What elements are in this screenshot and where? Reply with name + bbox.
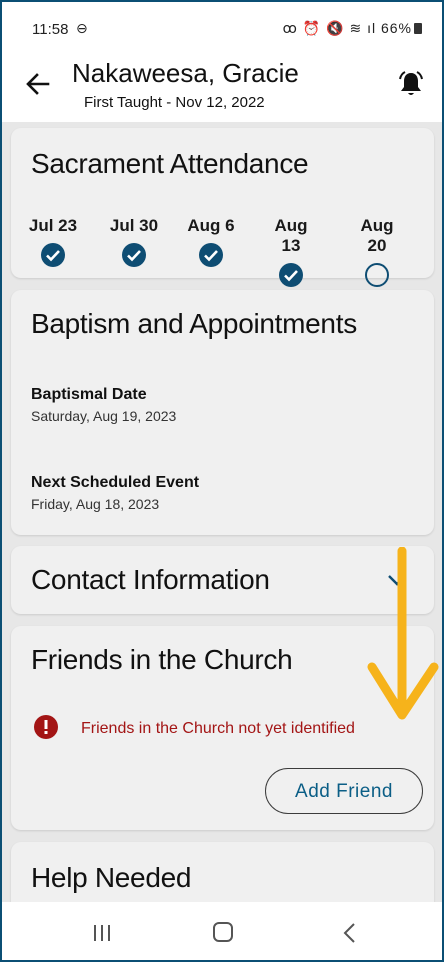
back-arrow-icon[interactable] — [24, 70, 52, 98]
friends-warning-text: Friends in the Church not yet identified — [81, 720, 355, 737]
baptism-appointments-title: Baptism and Appointments — [31, 308, 357, 339]
baptism-appointments-card: Baptism and Appointments Baptismal Date … — [11, 290, 434, 535]
notification-bell-icon[interactable] — [398, 70, 424, 98]
recent-apps-icon[interactable] — [92, 924, 112, 942]
baptismal-date-value: Saturday, Aug 19, 2023 — [31, 408, 177, 424]
attendance-item[interactable]: Jul 23 — [25, 216, 81, 268]
not-attended-circle-icon — [365, 263, 389, 287]
contact-information-title: Contact Information — [31, 564, 270, 595]
attendance-date: Aug 13 — [274, 216, 308, 255]
attendance-date: Jul 23 — [28, 216, 78, 235]
sacrament-attendance-title: Sacrament Attendance — [31, 148, 309, 179]
help-needed-card: Help Needed — [11, 842, 434, 902]
chevron-down-icon[interactable] — [387, 574, 407, 586]
home-icon[interactable] — [213, 922, 233, 942]
error-icon — [34, 715, 58, 739]
contact-information-card[interactable]: Contact Information — [11, 546, 434, 614]
attendance-item[interactable]: Aug 13 — [263, 216, 319, 288]
attended-check-icon — [279, 263, 303, 287]
attendance-date: Jul 30 — [109, 216, 159, 235]
battery-icon — [414, 23, 422, 34]
attended-check-icon — [122, 243, 146, 267]
status-bar: 11:58 ⊖ ꝏ ⏰ 🔇 ≋ ıl 66% — [2, 2, 442, 52]
attendance-item[interactable]: Aug 6 — [183, 216, 239, 268]
attendance-date: Aug 20 — [360, 216, 394, 255]
content-area[interactable]: Sacrament Attendance Jul 23 Jul 30 Aug 6… — [2, 122, 442, 902]
next-event-value: Friday, Aug 18, 2023 — [31, 496, 160, 512]
status-icons: ꝏ ⏰ 🔇 ≋ ıl 66% — [283, 20, 422, 37]
attended-check-icon — [199, 243, 223, 267]
help-needed-title: Help Needed — [31, 862, 192, 893]
friends-title: Friends in the Church — [31, 644, 293, 675]
baptismal-date-label: Baptismal Date — [31, 386, 147, 403]
add-friend-button[interactable]: Add Friend — [265, 768, 423, 814]
status-time: 11:58 — [32, 21, 69, 38]
friends-card: Friends in the Church Friends in the Chu… — [11, 626, 434, 830]
page-subtitle: First Taught - Nov 12, 2022 — [84, 94, 265, 111]
attendance-item[interactable]: Jul 30 — [106, 216, 162, 268]
next-event-label: Next Scheduled Event — [31, 474, 200, 491]
do-not-disturb-icon: ⊖ — [76, 20, 88, 36]
phone-screen: 11:58 ⊖ ꝏ ⏰ 🔇 ≋ ıl 66% Nakaweesa, Gracie… — [2, 2, 442, 960]
system-nav-bar — [2, 902, 442, 960]
nav-back-icon[interactable] — [342, 922, 356, 944]
app-header: Nakaweesa, Gracie First Taught - Nov 12,… — [2, 52, 442, 122]
status-icons-text: ꝏ ⏰ 🔇 ≋ ıl 66% — [282, 20, 412, 36]
attended-check-icon — [41, 243, 65, 267]
attendance-item[interactable]: Aug 20 — [349, 216, 405, 288]
sacrament-attendance-card: Sacrament Attendance Jul 23 Jul 30 Aug 6… — [11, 128, 434, 287]
page-title: Nakaweesa, Gracie — [72, 58, 299, 88]
attendance-date: Aug 6 — [187, 216, 235, 235]
